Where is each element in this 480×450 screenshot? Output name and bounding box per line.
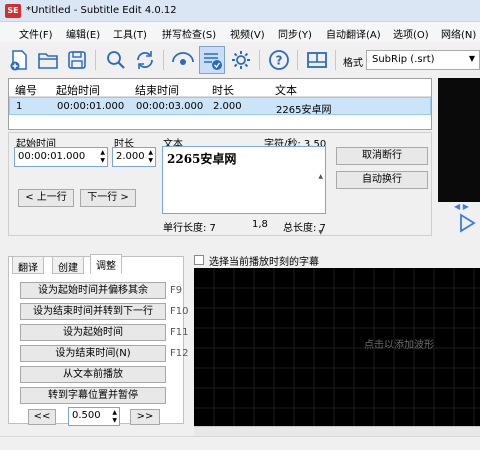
spinner-arrows-icon[interactable]: ▲ ▼: [100, 149, 105, 165]
total-length: 总长度: 7: [283, 223, 326, 234]
toolbar-separator: [163, 50, 164, 70]
toolbar-separator: [335, 50, 336, 70]
spinner-arrows-icon[interactable]: ▲ ▼: [148, 149, 153, 165]
col-header-number[interactable]: 编号: [15, 82, 37, 98]
play-from-text-button[interactable]: 从文本前播放: [20, 366, 166, 383]
menu-spellcheck[interactable]: 拼写检查(S): [162, 26, 216, 41]
help-icon[interactable]: ?: [266, 46, 292, 74]
toolbar-separator: [259, 50, 260, 70]
menu-auto-translate[interactable]: 自动翻译(A): [326, 26, 381, 41]
line-length: 单行长度: 7: [163, 223, 216, 234]
video-preview[interactable]: [438, 78, 480, 202]
goto-subtitle-pause-button[interactable]: 转到字幕位置并暂停: [20, 387, 166, 404]
subtitle-text-input[interactable]: 2265安卓网 ▲ ▼: [162, 146, 326, 236]
unbreak-button[interactable]: 取消断行: [336, 147, 428, 165]
set-end-time-button[interactable]: 设为结束时间(N): [20, 345, 166, 362]
format-value: SubRip (.srt): [372, 54, 435, 65]
duration-value: 2.000: [116, 151, 145, 162]
set-start-and-offset-button[interactable]: 设为起始时间并偏移其余: [20, 282, 166, 299]
subtitle-grid: 编号 起始时间 结束时间 时长 文本 1 00:00:01.000 00:00:…: [8, 78, 432, 130]
menu-edit[interactable]: 编辑(E): [66, 26, 100, 41]
col-header-end[interactable]: 结束时间: [135, 82, 179, 98]
next-line-button[interactable]: 下一行 >: [80, 189, 136, 207]
save-icon[interactable]: [64, 46, 90, 74]
format-select[interactable]: SubRip (.srt) ▼: [366, 50, 480, 70]
menu-video[interactable]: 视频(V): [230, 26, 265, 41]
menu-tools[interactable]: 工具(T): [113, 26, 147, 41]
spell-check-icon[interactable]: [199, 46, 225, 74]
new-file-icon[interactable]: [6, 46, 32, 74]
table-row[interactable]: 1 00:00:01.000 00:00:03.000 2.000 2265安卓…: [9, 97, 431, 116]
spinner-arrows-icon[interactable]: ▲ ▼: [112, 409, 117, 425]
app-logo-icon: SE: [5, 4, 21, 18]
window-title: *Untitled - Subtitle Edit 4.0.12: [26, 5, 177, 16]
settings-icon[interactable]: [228, 46, 254, 74]
shortcut-f12: F12: [170, 348, 189, 359]
step-value-field[interactable]: 0.500 ▲ ▼: [68, 407, 120, 426]
cell-duration: 2.000: [213, 101, 242, 112]
layout-icon[interactable]: [304, 46, 330, 74]
cell-number: 1: [16, 101, 23, 112]
select-current-subtitle-label: 选择当前播放时刻的字幕: [209, 257, 319, 268]
previous-line-button[interactable]: < 上一行: [18, 189, 74, 207]
step-value: 0.500: [72, 410, 101, 421]
toolbar-separator: [95, 50, 96, 70]
grid-header: 编号 起始时间 结束时间 时长 文本: [9, 79, 431, 97]
col-header-duration[interactable]: 时长: [212, 82, 234, 98]
cell-text: 2265安卓网: [276, 105, 332, 116]
set-end-and-next-button[interactable]: 设为结束时间并转到下一行: [20, 303, 166, 320]
forward-button[interactable]: >>: [130, 409, 160, 425]
tab-adjust[interactable]: 调整: [90, 254, 122, 274]
col-header-start[interactable]: 起始时间: [56, 82, 100, 98]
menu-bar: 文件(F) 编辑(E) 工具(T) 拼写检查(S) 视频(V) 同步(Y) 自动…: [0, 22, 480, 42]
duration-field[interactable]: 2.000 ▲ ▼: [112, 147, 156, 167]
status-bar: [0, 436, 480, 450]
col-header-text[interactable]: 文本: [275, 82, 297, 98]
shortcut-f9: F9: [170, 285, 183, 296]
tab-create[interactable]: 创建: [52, 256, 84, 274]
cell-start: 00:00:01.000: [57, 101, 125, 112]
start-time-field[interactable]: 00:00:01.000 ▲ ▼: [14, 147, 108, 167]
title-bar: SE *Untitled - Subtitle Edit 4.0.12: [0, 0, 480, 22]
select-current-subtitle-checkbox[interactable]: [194, 255, 204, 265]
waveform-panel[interactable]: [194, 268, 480, 426]
menu-file[interactable]: 文件(F): [19, 26, 53, 41]
menu-sync[interactable]: 同步(Y): [278, 26, 312, 41]
subtitle-text-value: 2265安卓网: [167, 152, 237, 166]
svg-text:?: ?: [276, 54, 283, 68]
open-folder-icon[interactable]: [35, 46, 61, 74]
waveform-scrollbar[interactable]: [194, 426, 480, 436]
waveform-grid: [194, 268, 480, 426]
cell-end: 00:00:03.000: [136, 101, 204, 112]
replace-icon[interactable]: [132, 46, 158, 74]
start-time-value: 00:00:01.000: [18, 151, 86, 162]
menu-options[interactable]: 选项(O): [393, 26, 429, 41]
format-label: 格式: [343, 58, 363, 69]
shortcut-f10: F10: [170, 306, 189, 317]
set-start-time-button[interactable]: 设为起始时间: [20, 324, 166, 341]
find-icon[interactable]: [103, 46, 129, 74]
chevron-down-icon: ▼: [468, 54, 475, 63]
cursor-position: 1,8: [252, 219, 268, 230]
shortcut-f11: F11: [170, 327, 189, 338]
scroll-arrows-icon[interactable]: ▲ ▼: [318, 149, 323, 261]
tab-translate[interactable]: 翻译: [12, 256, 44, 274]
toolbar-separator: [297, 50, 298, 70]
menu-network[interactable]: 网络(N): [441, 26, 476, 41]
rewind-button[interactable]: <<: [28, 409, 56, 425]
waveform-hint: 点击以添加波形: [364, 340, 434, 351]
visual-sync-icon[interactable]: [170, 46, 196, 74]
video-position-marker[interactable]: ◀ ▶: [454, 202, 469, 211]
auto-break-button[interactable]: 自动换行: [336, 171, 428, 189]
play-icon[interactable]: [456, 212, 478, 234]
